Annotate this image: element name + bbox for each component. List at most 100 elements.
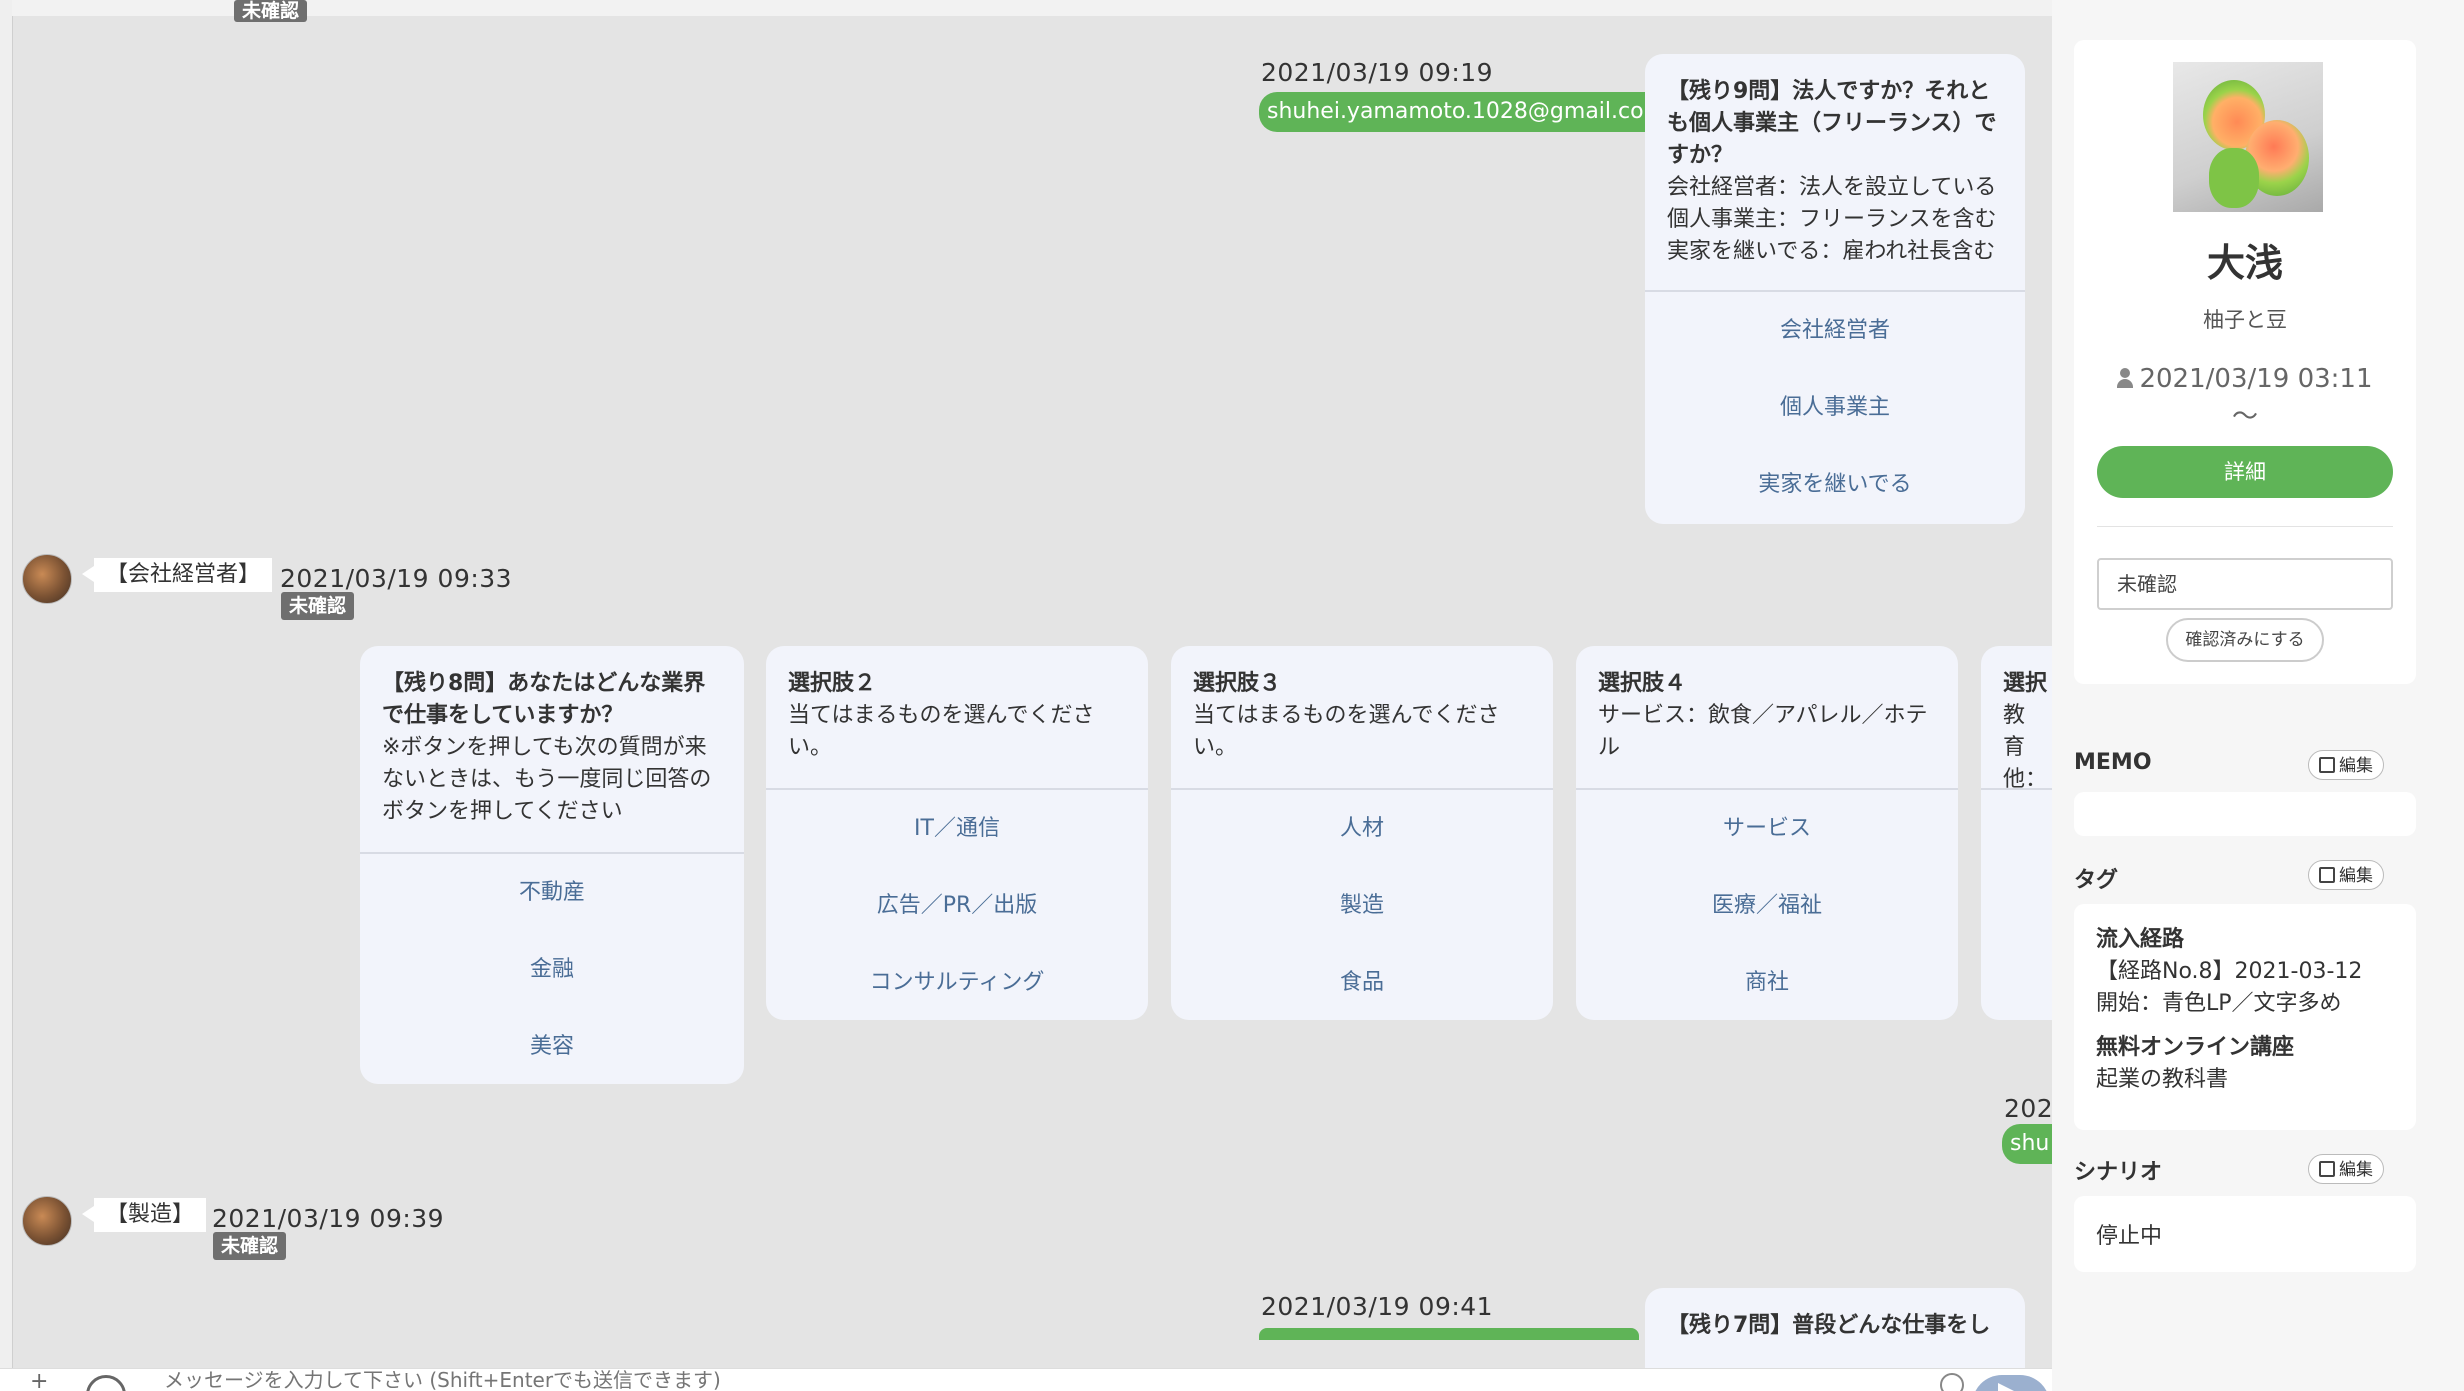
card-option[interactable]: 広告／PR／出版 [766, 867, 1148, 944]
edit-label: 編集 [2339, 756, 2373, 776]
tag-line: 開始：青色LP／文字多め [2096, 991, 2342, 1016]
sender-email-pill: shu [2002, 1124, 2052, 1164]
emoji-icon[interactable] [1940, 1373, 1964, 1391]
card-question-body: 当てはまるものを選んでください。 [788, 703, 1095, 760]
card-option[interactable]: 商社 [1576, 944, 1958, 1020]
card-option[interactable]: 不動産 [360, 854, 744, 931]
carousel-card: 選択肢２ 当てはまるものを選んでください。 IT／通信 広告／PR／出版 コンサ… [766, 646, 1148, 1020]
edit-label: 編集 [2339, 866, 2373, 886]
card-question-title: 【残り8問】あなたはどんな業界で仕事をしていますか？ [382, 671, 706, 728]
message-timestamp: 2021/03/19 09:19 [1261, 58, 1494, 87]
card-option[interactable]: 金融 [360, 931, 744, 1008]
message-timestamp: 2021/03/19 09:33 [280, 564, 513, 593]
profile-panel: 大浅 柚子と豆 2021/03/19 03:11 〜 詳細 未確認 確認済みにす… [2074, 40, 2416, 684]
tag-group: 無料オンライン講座 起業の教科書 [2096, 1032, 2294, 1096]
user-sidebar: 大浅 柚子と豆 2021/03/19 03:11 〜 詳細 未確認 確認済みにす… [2052, 0, 2464, 1390]
left-edge-column [0, 0, 13, 1368]
registration-date-text: 2021/03/19 03:11 [2139, 364, 2373, 394]
tag-group: 流入経路 【経路No.8】2021-03-12 開始：青色LP／文字多め [2096, 924, 2362, 1020]
card-question-title: 選択 [2003, 671, 2048, 696]
memo-edit-button[interactable]: 編集 [2308, 750, 2384, 780]
card-option[interactable]: IT／通信 [766, 790, 1148, 867]
card-option[interactable]: 個人事業主 [1645, 369, 2025, 446]
card-option[interactable]: 製造 [1171, 867, 1553, 944]
mark-confirmed-button[interactable]: 確認済みにする [2166, 618, 2324, 662]
message-timestamp: 2021/03/19 09:41 [1261, 1292, 1494, 1321]
card-question-title: 選択肢２ [788, 671, 877, 696]
message-input[interactable] [150, 1369, 1938, 1391]
card-question-title: 選択肢３ [1193, 671, 1282, 696]
sender-email-pill [1259, 1328, 1639, 1340]
tag-heading: 無料オンライン講座 [2096, 1035, 2295, 1060]
card-question: 【残り8問】あなたはどんな業界で仕事をしていますか？ ※ボタンを押しても次の質問… [360, 646, 744, 852]
bird-body [2209, 148, 2259, 208]
card-question-body: ※ボタンを押しても次の質問が来ないときは、もう一度同じ回答のボタンを押してくださ… [382, 735, 712, 824]
card-option[interactable]: コンサルティング [766, 944, 1148, 1020]
card-question: 選択肢３ 当てはまるものを選んでください。 [1171, 646, 1553, 788]
sender-email-pill: shuhei.yamamoto.1028@gmail.com [1259, 92, 1673, 132]
carousel-card: 選択肢４ サービス：飲食／アパレル／ホテル サービス 医療／福祉 商社 [1576, 646, 1958, 1020]
card-question: 選択肢２ 当てはまるものを選んでください。 [766, 646, 1148, 788]
clock-icon[interactable] [86, 1375, 126, 1391]
card-option[interactable]: 会社経営者 [1645, 292, 2025, 369]
card-option[interactable]: 実家を継いでる [1645, 446, 2025, 523]
tag-heading: 流入経路 [2096, 927, 2185, 952]
edit-icon [2319, 867, 2335, 883]
edit-label: 編集 [2339, 1160, 2373, 1180]
carousel-card: 【残り8問】あなたはどんな業界で仕事をしていますか？ ※ボタンを押しても次の質問… [360, 646, 744, 1084]
card-question-title: 【残り9問】法人ですか？それとも個人事業主（フリーランス）ですか？ [1667, 79, 1997, 168]
card-question-title: 【残り7問】普段どんな仕事をし [1667, 1313, 1991, 1338]
card-question: 選択 教育 他： [1981, 646, 2052, 792]
scenario-panel: 停止中 [2074, 1196, 2416, 1272]
card-question-body: サービス：飲食／アパレル／ホテル [1598, 703, 1928, 760]
card-question-body: 会社経営者：法人を設立している 個人事業主：フリーランスを含む 実家を継いでる：… [1667, 175, 1997, 264]
scenario-edit-button[interactable]: 編集 [2308, 1154, 2384, 1184]
scenario-title: シナリオ [2074, 1160, 2163, 1185]
card-question-body: 当てはまるものを選んでください。 [1193, 703, 1500, 760]
plus-icon[interactable]: + [30, 1371, 52, 1391]
memo-title: MEMO [2074, 750, 2152, 775]
tag-panel: 流入経路 【経路No.8】2021-03-12 開始：青色LP／文字多め 無料オ… [2074, 904, 2416, 1130]
card-question: 選択肢４ サービス：飲食／アパレル／ホテル [1576, 646, 1958, 788]
carousel-card: 選択 教育 他： [1981, 646, 2052, 1020]
date-suffix: 〜 [2231, 402, 2258, 432]
card-option[interactable]: 食品 [1171, 944, 1553, 1020]
card-option[interactable]: 医療／福祉 [1576, 867, 1958, 944]
status-badge: 未確認 [234, 0, 308, 22]
scenario-status: 停止中 [2096, 1224, 2163, 1249]
tag-edit-button[interactable]: 編集 [2308, 860, 2384, 890]
carousel-card: 選択肢３ 当てはまるものを選んでください。 人材 製造 食品 [1171, 646, 1553, 1020]
user-name: 大浅 [2206, 241, 2283, 285]
edit-icon [2319, 757, 2335, 773]
card-option[interactable]: 美容 [360, 1008, 744, 1084]
message-input-bar: + [0, 1368, 2052, 1391]
divider [2097, 526, 2393, 527]
user-avatar[interactable] [22, 554, 72, 604]
person-icon [2117, 368, 2134, 388]
status-badge: 未確認 [281, 592, 355, 620]
reply-bubble: 【製造】 [81, 1198, 207, 1232]
detail-button[interactable]: 詳細 [2097, 446, 2393, 498]
user-subtitle: 柚子と豆 [2203, 308, 2287, 332]
question-card: 【残り9問】法人ですか？それとも個人事業主（フリーランス）ですか？ 会社経営者：… [1645, 54, 2025, 524]
edit-icon [2319, 1161, 2335, 1177]
send-button[interactable] [1972, 1375, 2050, 1391]
card-question-body: 教育 他： [2003, 703, 2048, 792]
card-question: 【残り9問】法人ですか？それとも個人事業主（フリーランス）ですか？ 会社経営者：… [1645, 54, 2025, 290]
status-select[interactable]: 未確認 [2097, 558, 2393, 610]
card-option[interactable]: 人材 [1171, 790, 1553, 867]
memo-panel[interactable] [2074, 792, 2416, 836]
card-question-title: 選択肢４ [1598, 671, 1687, 696]
question-card: 【残り7問】普段どんな仕事をし [1645, 1288, 2025, 1368]
registration-date: 2021/03/19 03:11 [2074, 364, 2416, 394]
chat-area[interactable]: 未確認 2021/03/19 09:19 shuhei.yamamoto.102… [0, 0, 2052, 1368]
profile-avatar [2173, 62, 2323, 212]
user-avatar[interactable] [22, 1196, 72, 1246]
card-question: 【残り7問】普段どんな仕事をし [1645, 1288, 2025, 1342]
message-timestamp: 2021/03/19 09:39 [212, 1204, 445, 1233]
tag-title: タグ [2074, 868, 2119, 893]
tag-line: 起業の教科書 [2096, 1067, 2229, 1092]
card-option[interactable]: サービス [1576, 790, 1958, 867]
reply-bubble: 【会社経営者】 [81, 558, 273, 592]
status-badge: 未確認 [213, 1232, 287, 1260]
